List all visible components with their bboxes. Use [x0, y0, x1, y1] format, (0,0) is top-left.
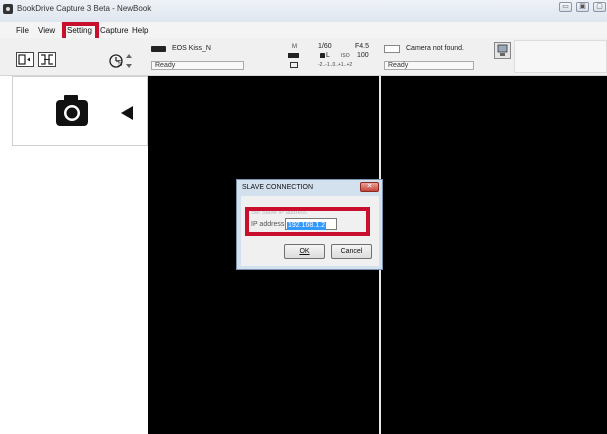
left-camera-status: Ready	[151, 61, 244, 70]
image-quality: L	[326, 52, 330, 59]
computer-icon	[497, 44, 508, 56]
dialog-title: SLAVE CONNECTION	[242, 184, 314, 191]
menu-help[interactable]: Help	[132, 26, 148, 35]
triangle-left-icon	[121, 106, 133, 120]
cancel-button-label: Cancel	[340, 248, 363, 255]
exposure-mode: M	[292, 44, 297, 50]
right-camera-status: Ready	[384, 61, 474, 70]
right-preview-box	[514, 40, 607, 73]
maximize-button[interactable]: ▣	[576, 2, 589, 12]
ok-button[interactable]: OK	[284, 244, 325, 259]
white-balance-icon	[288, 53, 299, 58]
exposure-scale: -2..-1..0..+1..+2	[318, 62, 353, 68]
menu-view[interactable]: View	[38, 26, 55, 35]
metering-icon	[290, 62, 298, 68]
iso-value: 100	[357, 52, 369, 59]
dialog-close-button[interactable]: ✕	[360, 182, 379, 192]
menu-file[interactable]: File	[16, 26, 29, 35]
minimize-button[interactable]: ▭	[559, 2, 572, 12]
left-camera-name: EOS Kiss_N	[172, 45, 211, 52]
close-window-button[interactable]: ▢	[593, 2, 606, 12]
shutter-speed: 1/60	[318, 43, 332, 50]
right-camera-name: Camera not found.	[406, 45, 464, 52]
pc-connection-button[interactable]	[494, 42, 511, 59]
app-camera-icon	[3, 4, 13, 14]
timer-control[interactable]: 5	[107, 50, 135, 72]
battery-empty-icon	[384, 45, 400, 53]
camera-capture-button[interactable]	[52, 92, 96, 134]
select-arrow	[119, 105, 135, 123]
menu-capture[interactable]: Capture	[100, 26, 128, 35]
battery-icon	[151, 46, 166, 52]
single-page-mode-button[interactable]	[16, 52, 34, 67]
window-title: BookDrive Capture 3 Beta - NewBook	[17, 4, 152, 13]
aperture-value: F4.5	[355, 43, 370, 50]
cancel-button[interactable]: Cancel	[331, 244, 372, 259]
highlight-frame-ip	[245, 207, 370, 236]
quality-icon	[320, 53, 325, 58]
iso-label: ISO	[341, 53, 350, 59]
timer-value: 5	[118, 59, 123, 68]
ok-button-label: OK	[299, 248, 310, 255]
spread-mode-button[interactable]	[38, 52, 56, 67]
camera-icon	[56, 95, 88, 126]
spread-icon	[41, 54, 53, 65]
single-page-icon	[18, 54, 30, 65]
